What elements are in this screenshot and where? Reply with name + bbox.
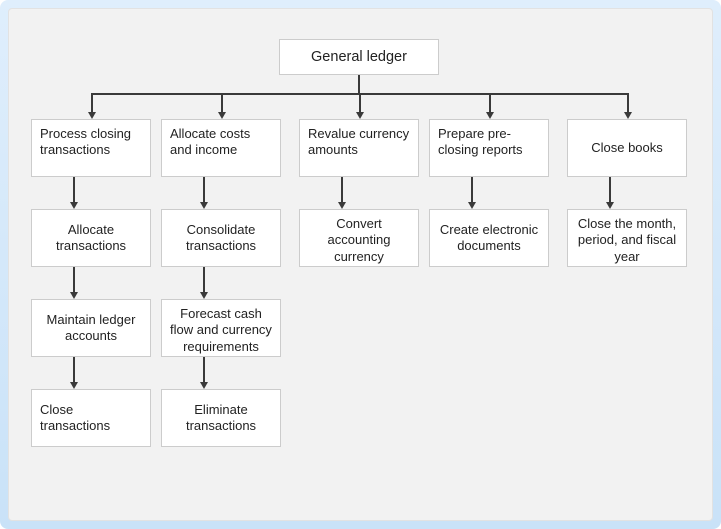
node-label: Convert accounting currency: [308, 216, 410, 265]
connector: [471, 177, 473, 202]
arrowhead-icon: [70, 382, 78, 389]
connector: [73, 177, 75, 202]
node-label: Consolidate transactions: [170, 222, 272, 255]
node: Create electronic documents: [429, 209, 549, 267]
node-label: Close transactions: [40, 402, 142, 435]
arrowhead-icon: [200, 202, 208, 209]
connector: [358, 75, 360, 93]
node-label: Maintain ledger accounts: [40, 312, 142, 345]
node: Consolidate transactions: [161, 209, 281, 267]
diagram-frame: General ledger Process closing transacti…: [0, 0, 721, 529]
arrowhead-icon: [606, 202, 614, 209]
node: Allocate costs and income: [161, 119, 281, 177]
connector: [359, 93, 361, 112]
arrowhead-icon: [200, 382, 208, 389]
arrowhead-icon: [356, 112, 364, 119]
node: Close the month, period, and fiscal year: [567, 209, 687, 267]
node: Forecast cash flow and currency requirem…: [161, 299, 281, 357]
node-label: Create electronic documents: [438, 222, 540, 255]
diagram-canvas: General ledger Process closing transacti…: [8, 8, 713, 521]
node-label: Prepare pre-closing reports: [438, 126, 540, 159]
node-label: Close the month, period, and fiscal year: [576, 216, 678, 265]
node: Prepare pre-closing reports: [429, 119, 549, 177]
arrowhead-icon: [338, 202, 346, 209]
arrowhead-icon: [218, 112, 226, 119]
node-label: Eliminate transactions: [170, 402, 272, 435]
arrowhead-icon: [70, 292, 78, 299]
node-label: Allocate transactions: [40, 222, 142, 255]
node-label: Close books: [591, 140, 663, 156]
connector: [91, 93, 93, 112]
connector: [341, 177, 343, 202]
node-label: Process closing transactions: [40, 126, 142, 159]
arrowhead-icon: [468, 202, 476, 209]
node: Close books: [567, 119, 687, 177]
connector: [73, 267, 75, 292]
node-root: General ledger: [279, 39, 439, 75]
node-root-label: General ledger: [311, 48, 407, 66]
connector: [627, 93, 629, 112]
node: Revalue currency amounts: [299, 119, 419, 177]
connector: [609, 177, 611, 202]
connector: [203, 357, 205, 382]
node: Close transactions: [31, 389, 151, 447]
node: Allocate transactions: [31, 209, 151, 267]
node-label: Allocate costs and income: [170, 126, 272, 159]
node: Convert accounting currency: [299, 209, 419, 267]
arrowhead-icon: [486, 112, 494, 119]
node: Eliminate transactions: [161, 389, 281, 447]
arrowhead-icon: [200, 292, 208, 299]
connector: [489, 93, 491, 112]
node-label: Forecast cash flow and currency requirem…: [170, 306, 272, 355]
arrowhead-icon: [88, 112, 96, 119]
connector: [221, 93, 223, 112]
connector: [73, 357, 75, 382]
node: Process closing transactions: [31, 119, 151, 177]
arrowhead-icon: [624, 112, 632, 119]
arrowhead-icon: [70, 202, 78, 209]
node: Maintain ledger accounts: [31, 299, 151, 357]
node-label: Revalue currency amounts: [308, 126, 410, 159]
connector: [203, 267, 205, 292]
connector: [203, 177, 205, 202]
